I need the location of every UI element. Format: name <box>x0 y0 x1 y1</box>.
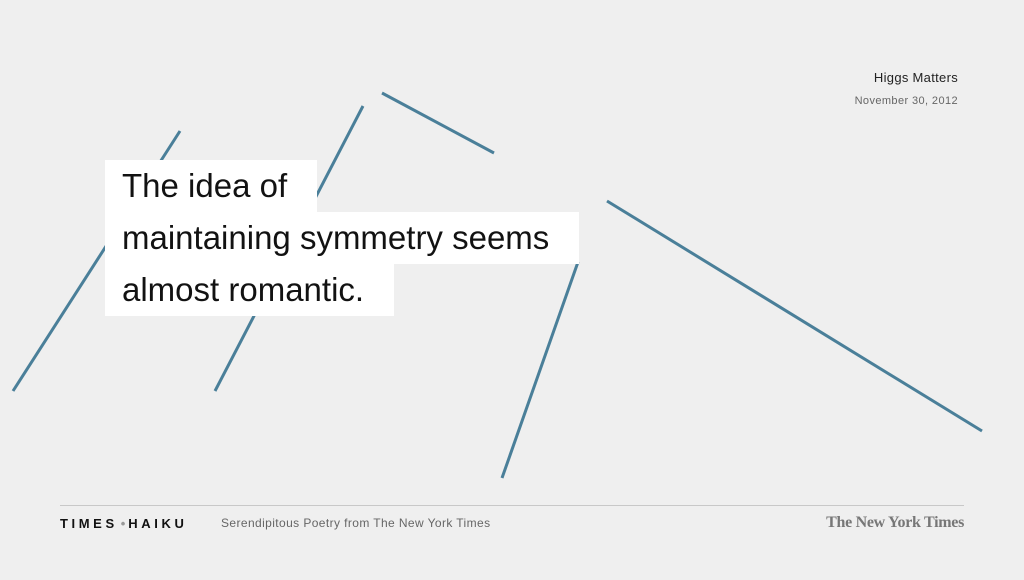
brand-separator: • <box>120 516 126 531</box>
footer: TIMES • HAIKU Serendipitous Poetry from Th… <box>60 505 964 546</box>
decorative-line <box>606 199 983 433</box>
times-haiku-logo[interactable]: TIMES • HAIKU <box>60 516 187 531</box>
decorative-line <box>381 91 495 155</box>
haiku-line-2: maintaining symmetry seems <box>105 212 580 264</box>
haiku-line-1: The idea of <box>105 160 318 212</box>
nyt-logo[interactable]: The New York Times <box>826 514 964 532</box>
article-meta: Higgs Matters November 30, 2012 <box>855 70 958 107</box>
haiku-line-3: almost romantic. <box>105 264 395 316</box>
haiku-block: The idea of maintaining symmetry seems a… <box>105 160 580 316</box>
tagline: Serendipitous Poetry from The New York T… <box>221 516 491 530</box>
article-date: November 30, 2012 <box>854 95 958 107</box>
brand-haiku: HAIKU <box>128 516 188 531</box>
brand-times: TIMES <box>60 516 118 531</box>
article-title-link[interactable]: Higgs Matters <box>855 70 958 85</box>
